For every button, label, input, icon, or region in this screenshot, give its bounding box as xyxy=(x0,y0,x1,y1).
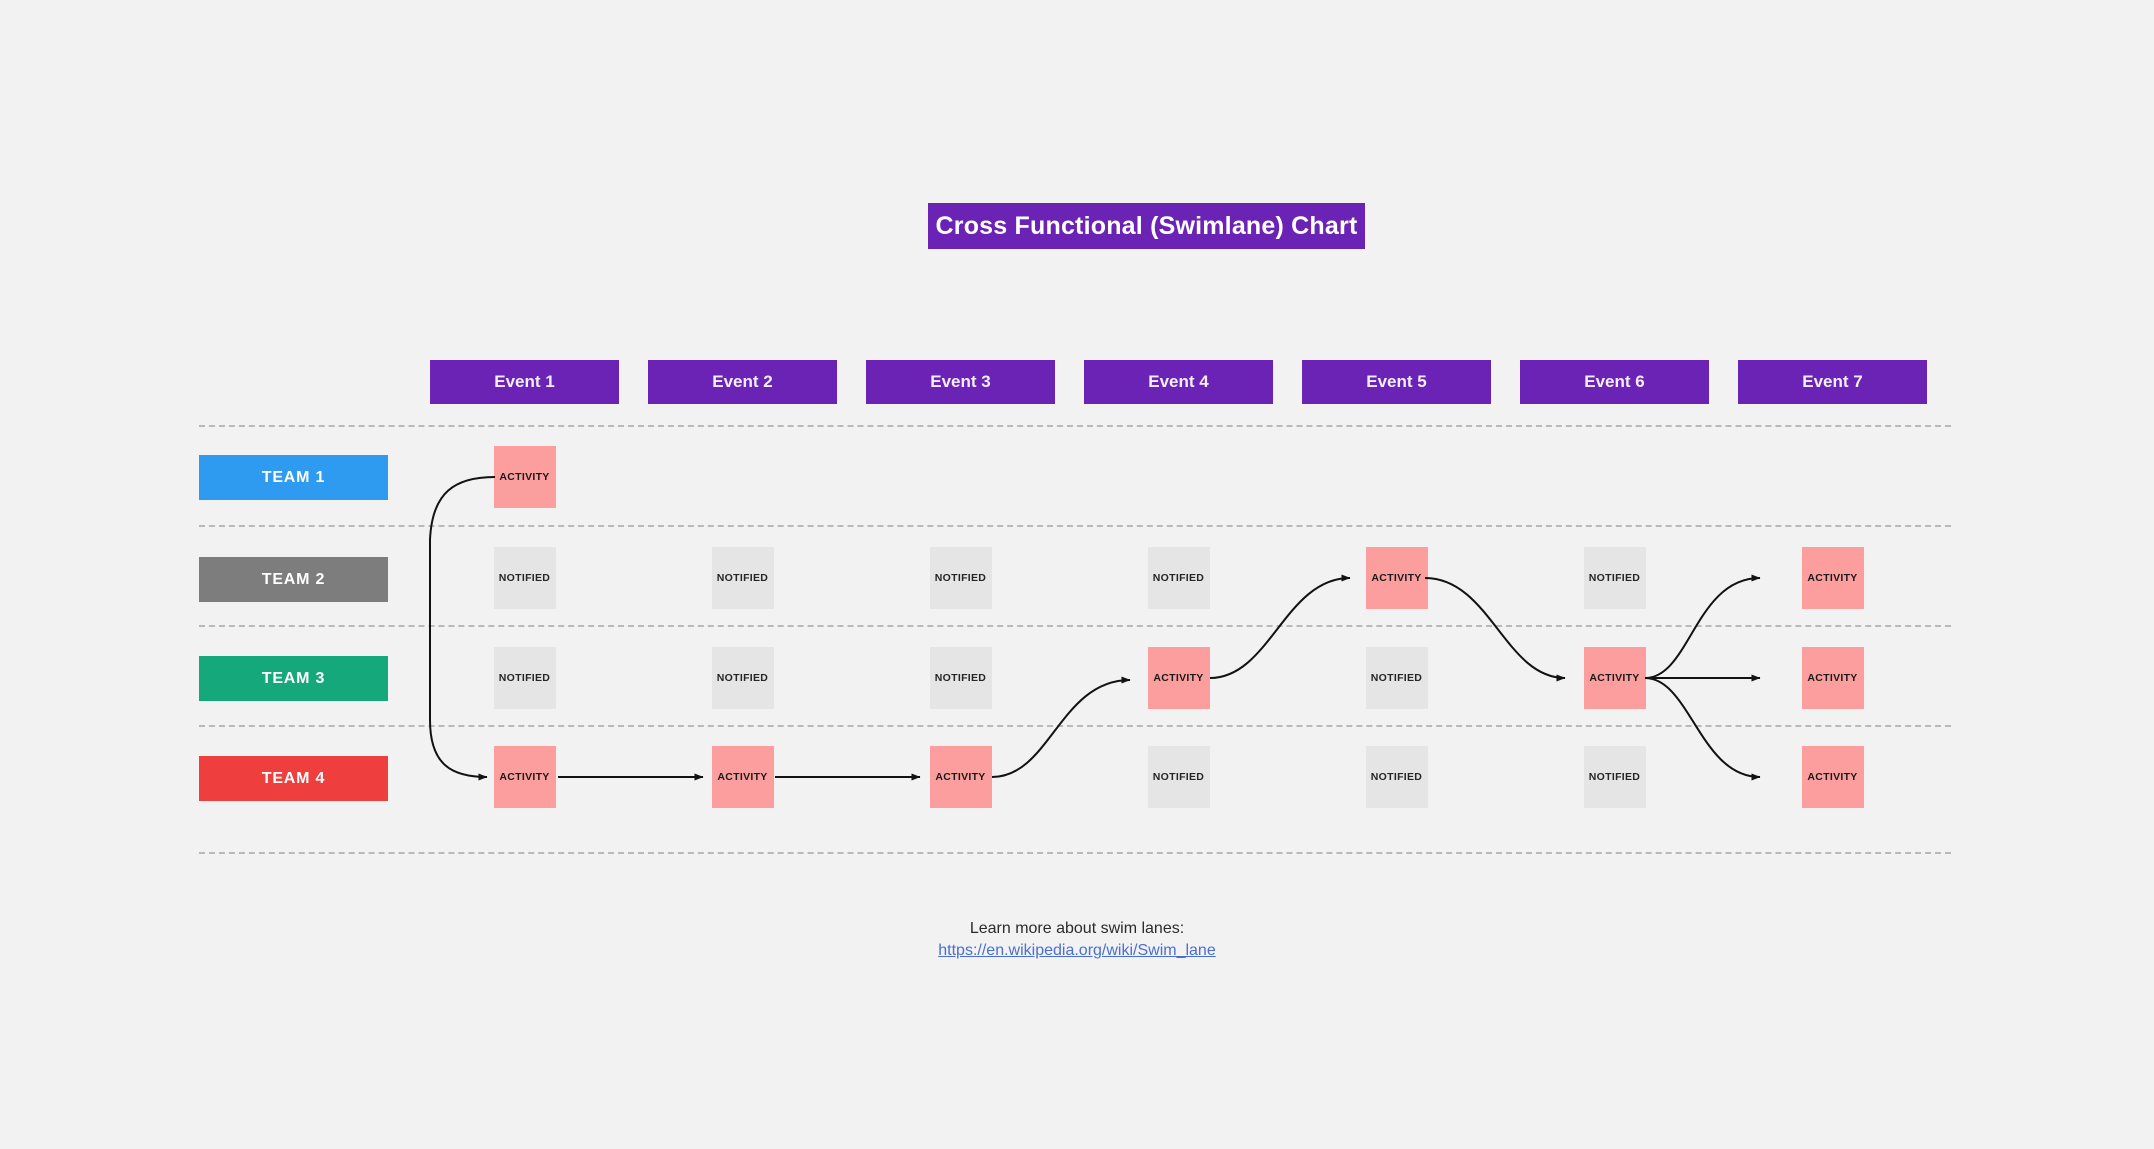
cell-team4-event2[interactable]: ACTIVITY xyxy=(711,746,774,808)
team-label-3[interactable]: TEAM 3 xyxy=(199,656,388,701)
cell-team4-event4[interactable]: NOTIFIED xyxy=(1147,746,1210,808)
lane-divider-1 xyxy=(199,425,1951,427)
cell-team2-event1[interactable]: NOTIFIED xyxy=(493,547,556,609)
lane-divider-3 xyxy=(199,625,1951,627)
cell-team4-event3[interactable]: ACTIVITY xyxy=(929,746,992,808)
cell-team4-event6[interactable]: NOTIFIED xyxy=(1583,746,1646,808)
lane-divider-5 xyxy=(199,852,1951,854)
swim-lane-wiki-link[interactable]: https://en.wikipedia.org/wiki/Swim_lane xyxy=(0,940,2154,962)
team-label-2[interactable]: TEAM 2 xyxy=(199,557,388,602)
cell-team3-event6[interactable]: ACTIVITY xyxy=(1583,647,1646,709)
team-label-4[interactable]: TEAM 4 xyxy=(199,756,388,801)
cell-team2-event3[interactable]: NOTIFIED xyxy=(929,547,992,609)
cell-team2-event7[interactable]: ACTIVITY xyxy=(1801,547,1864,609)
cell-team2-event2[interactable]: NOTIFIED xyxy=(711,547,774,609)
lane-area: TEAM 1 TEAM 2 TEAM 3 TEAM 4 ACTIVITY NOTIFIED… xyxy=(0,0,2154,1149)
cell-team2-event6[interactable]: NOTIFIED xyxy=(1583,547,1646,609)
lane-divider-2 xyxy=(199,525,1951,527)
cell-team2-event4[interactable]: NOTIFIED xyxy=(1147,547,1210,609)
cell-team3-event1[interactable]: NOTIFIED xyxy=(493,647,556,709)
cell-team3-event5[interactable]: NOTIFIED xyxy=(1365,647,1428,709)
footer: Learn more about swim lanes: https://en.… xyxy=(0,918,2154,962)
team-label-1[interactable]: TEAM 1 xyxy=(199,455,388,500)
lane-divider-4 xyxy=(199,725,1951,727)
cell-team3-event7[interactable]: ACTIVITY xyxy=(1801,647,1864,709)
swimlane-chart-canvas: Cross Functional (Swimlane) Chart Event … xyxy=(0,0,2154,1149)
cell-team3-event3[interactable]: NOTIFIED xyxy=(929,647,992,709)
footer-text: Learn more about swim lanes: xyxy=(969,920,1185,937)
cell-team3-event4[interactable]: ACTIVITY xyxy=(1147,647,1210,709)
cell-team4-event1[interactable]: ACTIVITY xyxy=(493,746,556,808)
cell-team3-event2[interactable]: NOTIFIED xyxy=(711,647,774,709)
cell-team4-event7[interactable]: ACTIVITY xyxy=(1801,746,1864,808)
cell-team1-event1[interactable]: ACTIVITY xyxy=(493,446,556,508)
cell-team2-event5[interactable]: ACTIVITY xyxy=(1365,547,1428,609)
cell-team4-event5[interactable]: NOTIFIED xyxy=(1365,746,1428,808)
